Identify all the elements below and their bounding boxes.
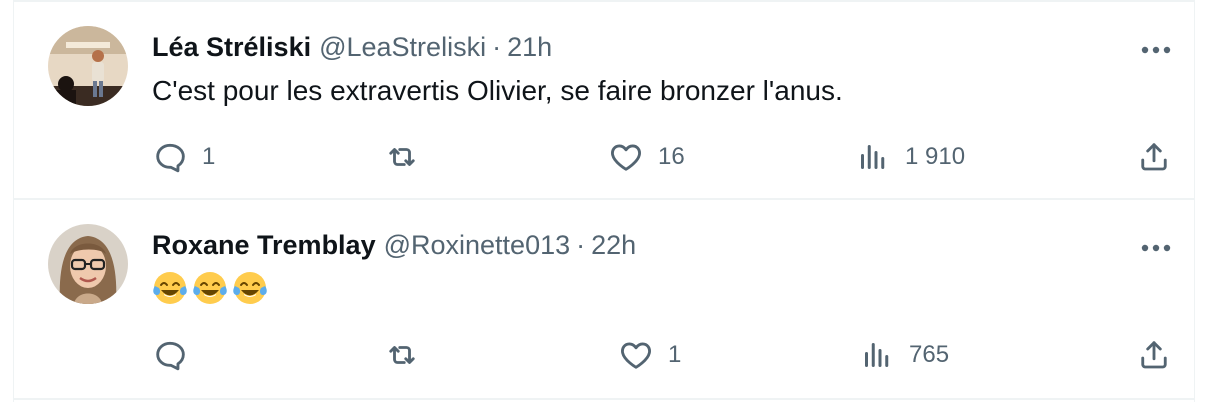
views-button[interactable]: 1 910 [855,135,965,179]
view-count: 765 [909,341,950,368]
timestamp[interactable]: 21h [507,32,552,63]
heart-icon [611,144,641,171]
like-button[interactable]: 16 [608,135,685,179]
avatar[interactable] [48,26,128,106]
more-icon [1141,46,1171,54]
more-options-button[interactable] [1138,238,1174,258]
views-button[interactable]: 765 [859,333,949,377]
display-name[interactable]: Roxane Tremblay [152,230,376,261]
reply-icon [156,143,185,173]
tweet[interactable]: Roxane Tremblay @Roxinette013 · 22h 1 76… [14,200,1194,396]
heart-icon [621,342,651,369]
separator-dot: · [492,31,502,62]
timestamp[interactable]: 22h [591,230,636,261]
tweet-text [152,270,268,306]
face-with-tears-of-joy-icon [153,272,187,304]
more-options-button[interactable] [1138,40,1174,60]
share-button[interactable] [1136,333,1172,377]
bottom-border [14,398,1194,400]
reply-count: 1 [202,143,216,170]
timeline: Léa Stréliski @LeaStreliski · 21h C'est … [13,0,1195,402]
retweet-button[interactable] [384,135,434,179]
analytics-icon [865,343,889,367]
view-count: 1 910 [905,143,966,170]
separator-dot: · [576,229,586,260]
face-with-tears-of-joy-icon [193,272,227,304]
more-icon [1141,244,1171,252]
retweet-button[interactable] [384,333,434,377]
share-icon [1141,143,1167,171]
reply-button[interactable] [152,333,202,377]
like-button[interactable]: 1 [618,333,681,377]
share-icon [1141,341,1167,369]
display-name[interactable]: Léa Stréliski [152,32,311,63]
user-handle[interactable]: @LeaStreliski [319,32,486,63]
analytics-icon [861,145,885,169]
avatar[interactable] [48,224,128,304]
tweet-text: C'est pour les extravertis Olivier, se f… [152,75,843,106]
retweet-icon [389,148,415,166]
tweet-header: Léa Stréliski @LeaStreliski · 21h [152,30,552,64]
tweet-actions: 1 765 [152,333,1172,377]
like-count: 1 [668,341,682,368]
tweet-actions: 1 16 1 910 [152,135,1172,179]
tweet[interactable]: Léa Stréliski @LeaStreliski · 21h C'est … [14,2,1194,198]
tweet-header: Roxane Tremblay @Roxinette013 · 22h [152,228,636,262]
reply-button[interactable]: 1 [152,135,215,179]
user-handle[interactable]: @Roxinette013 [384,230,571,261]
share-button[interactable] [1136,135,1172,179]
like-count: 16 [658,143,685,170]
retweet-icon [389,346,415,364]
reply-icon [156,341,185,371]
face-with-tears-of-joy-icon [233,272,267,304]
